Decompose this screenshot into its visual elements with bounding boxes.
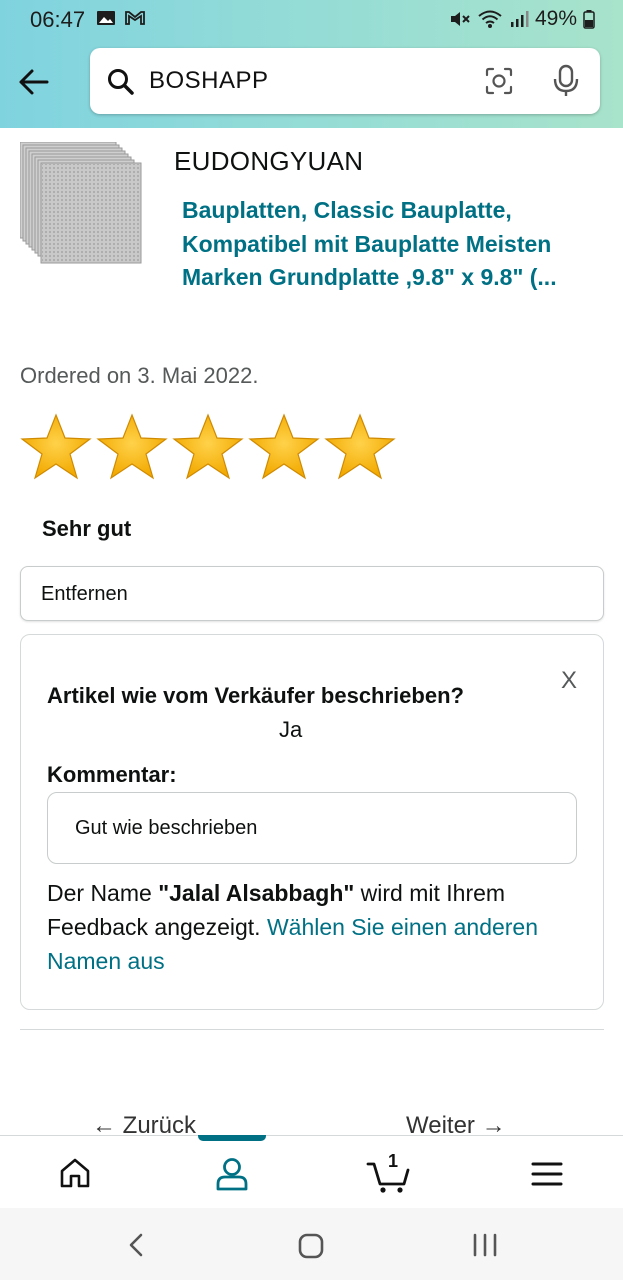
name-prefix: Der Name: [47, 880, 159, 906]
notification-icons: [96, 8, 146, 28]
order-date: Ordered on 3. Mai 2022.: [20, 363, 259, 388]
product-brand: EUDONGYUAN: [174, 146, 364, 176]
top-header: 06:47 49% BOSHAPP: [0, 0, 623, 128]
star-icon[interactable]: [172, 412, 244, 482]
divider: [20, 1029, 604, 1030]
star-icon[interactable]: [324, 412, 396, 482]
battery-icon: [583, 10, 595, 29]
battery-percent: 49%: [534, 7, 577, 30]
nav-back-icon[interactable]: [124, 1232, 150, 1258]
pager: ← Zurück Weiter →: [0, 1112, 623, 1136]
previous-button[interactable]: ← Zurück: [92, 1112, 196, 1136]
search-icon[interactable]: [106, 67, 136, 97]
comment-label: Kommentar:: [47, 762, 177, 787]
camera-icon[interactable]: [484, 66, 514, 96]
display-name: "Jalal Alsabbagh": [158, 880, 355, 906]
search-box[interactable]: BOSHAPP: [90, 48, 600, 114]
wifi-icon: [478, 10, 502, 28]
bottom-nav: 1: [0, 1135, 623, 1208]
question-answer: Ja: [279, 717, 303, 742]
back-arrow-icon[interactable]: [16, 64, 52, 100]
comment-field[interactable]: Gut wie beschrieben: [47, 792, 577, 864]
status-time: 06:47: [30, 7, 86, 32]
remove-button[interactable]: Entfernen: [20, 566, 604, 621]
cart-count: 1: [388, 1151, 399, 1171]
name-note: Der Name "Jalal Alsabbagh" wird mit Ihre…: [47, 876, 577, 978]
mute-icon: [450, 12, 470, 26]
status-right: 49%: [449, 7, 595, 31]
profile-icon[interactable]: [214, 1156, 250, 1192]
system-nav-bar: [0, 1208, 623, 1280]
close-button[interactable]: X: [561, 667, 577, 695]
status-bar: 06:47 49%: [0, 0, 623, 38]
product-title-link[interactable]: Bauplatten, Classic Bauplatte, Kompatibe…: [182, 194, 602, 295]
active-tab-indicator: [198, 1135, 266, 1141]
star-icon[interactable]: [248, 412, 320, 482]
gmail-icon: [125, 11, 145, 25]
star-icon[interactable]: [96, 412, 168, 482]
search-input[interactable]: BOSHAPP: [149, 67, 269, 95]
rating-label: Sehr gut: [42, 516, 132, 541]
comment-value: Gut wie beschrieben: [75, 817, 258, 839]
product-image[interactable]: [20, 142, 142, 264]
feedback-card: X Artikel wie vom Verkäufer beschrieben?…: [20, 634, 604, 1010]
next-button[interactable]: Weiter →: [406, 1112, 506, 1136]
star-icon[interactable]: [20, 412, 92, 482]
menu-icon[interactable]: [530, 1160, 564, 1188]
question-label: Artikel wie vom Verkäufer beschrieben?: [47, 683, 464, 708]
image-icon: [97, 11, 115, 25]
home-icon[interactable]: [58, 1156, 92, 1190]
mic-icon[interactable]: [552, 64, 580, 98]
nav-recents-icon[interactable]: [470, 1232, 500, 1258]
remove-button-label: Entfernen: [41, 583, 128, 605]
signal-icon: [510, 11, 529, 27]
star-rating[interactable]: [20, 412, 396, 482]
nav-home-icon[interactable]: [297, 1232, 325, 1260]
